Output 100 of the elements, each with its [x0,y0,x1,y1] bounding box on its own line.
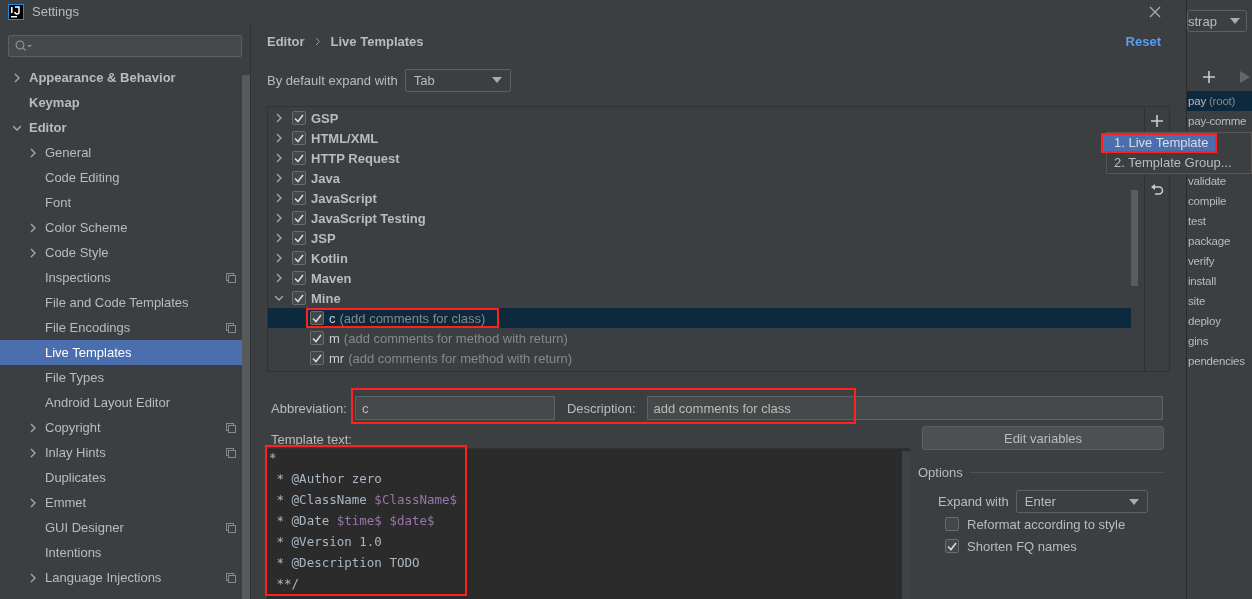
sidebar-item[interactable]: Inlay Hints [0,440,242,465]
checkbox[interactable] [945,539,959,553]
checkbox[interactable] [292,191,306,205]
chevron-right-icon[interactable] [275,173,283,183]
edit-variables-button[interactable]: Edit variables [922,426,1164,450]
menu-item[interactable]: 1. Live Template [1101,133,1217,153]
chevron-right-icon[interactable] [29,497,37,508]
sidebar-item[interactable]: Inspections [0,265,242,290]
chevron-right-icon[interactable] [13,72,21,83]
chevron-right-icon[interactable] [29,222,37,233]
sidebar-item[interactable]: Copyright [0,415,242,440]
sidebar-item[interactable]: Font [0,190,242,215]
checkbox[interactable] [310,311,324,325]
search-field[interactable] [8,35,242,57]
checkbox[interactable] [292,291,306,305]
maven-tree-item[interactable]: deploy [1187,311,1252,331]
menu-item[interactable]: 2. Template Group... [1107,153,1251,173]
description-field[interactable]: add comments for class [646,396,1163,420]
chevron-right-icon[interactable] [275,133,283,143]
template-group[interactable]: HTML/XML [311,130,379,146]
checkbox[interactable] [292,271,306,285]
sidebar-item[interactable]: Code Editing [0,165,242,190]
chevron-right-icon[interactable] [29,147,37,158]
template-row[interactable]: c (add comments for class) [268,308,1131,328]
sidebar-item[interactable]: Emmet [0,490,242,515]
template-group[interactable]: JSP [311,230,336,246]
chevron-right-icon[interactable] [275,253,283,263]
sidebar-item[interactable]: File Encodings [0,315,242,340]
chevron-right-icon[interactable] [275,273,283,283]
breadcrumb-item[interactable]: Live Templates [330,33,424,49]
sidebar-item[interactable]: Code Style [0,240,242,265]
sidebar-item[interactable]: Android Layout Editor [0,390,242,415]
template-row[interactable]: mr (add comments for method with return) [268,348,1131,368]
chevron-right-icon[interactable] [275,213,283,223]
chevron-right-icon[interactable] [275,233,283,243]
abbreviation-field[interactable]: c [354,396,555,420]
checkbox[interactable] [310,331,324,345]
expand-with-dropdown[interactable]: Enter [1015,490,1148,513]
template-group[interactable]: Kotlin [311,250,348,266]
maven-tree-item[interactable]: pay (root) [1187,91,1252,111]
add-icon[interactable] [1151,115,1163,127]
maven-tree-item[interactable]: site [1187,291,1252,311]
sidebar-item[interactable]: Keymap [0,90,242,115]
template-group[interactable]: JavaScript Testing [311,210,426,226]
sidebar-item[interactable]: Appearance & Behavior [0,65,242,90]
maven-tree-item[interactable]: package [1187,231,1252,251]
chevron-right-icon[interactable] [29,572,37,583]
sidebar-item[interactable]: Language Injections [0,565,242,590]
template-group[interactable]: Maven [311,270,352,286]
sidebar-item[interactable]: Live Templates [0,340,242,365]
chevron-right-icon[interactable] [275,193,283,203]
sidebar-item[interactable]: GUI Designer [0,515,242,540]
checkbox[interactable] [945,517,959,531]
checkbox[interactable] [292,151,306,165]
chevron-down-icon[interactable] [275,293,283,303]
sidebar-item[interactable]: File Types [0,365,242,390]
template-group[interactable]: GSP [311,110,339,126]
chevron-right-icon[interactable] [275,113,283,123]
checkbox[interactable] [310,351,324,365]
maven-tree-item[interactable]: install [1187,271,1252,291]
template-row[interactable]: m (add comments for method with return) [268,328,1131,348]
template-group[interactable]: Mine [311,290,341,306]
maven-tree-item[interactable]: pay-comme [1187,111,1252,131]
template-group[interactable]: Java [311,170,340,186]
maven-tree-item[interactable]: test [1187,211,1252,231]
expand-key-dropdown[interactable]: Tab [404,68,511,92]
close-icon[interactable] [1149,5,1161,18]
checkbox[interactable] [292,131,306,145]
sidebar-item[interactable]: Color Scheme [0,215,242,240]
chevron-right-icon[interactable] [29,247,37,258]
chevron-right-icon[interactable] [275,153,283,163]
checkbox[interactable] [292,171,306,185]
reset-link[interactable]: Reset [1125,33,1161,49]
sidebar-item[interactable]: Intentions [0,540,242,565]
maven-tree-item[interactable]: gins [1187,331,1252,351]
maven-tree-item[interactable]: pendencies [1187,351,1252,371]
add-icon[interactable] [1203,71,1215,83]
checkbox[interactable] [292,231,306,245]
undo-icon[interactable] [1150,183,1164,197]
checkbox[interactable] [292,211,306,225]
template-description: (add comments for method with return) [348,350,573,366]
chevron-right-icon[interactable] [29,422,37,433]
sidebar-item[interactable]: Editor [0,115,242,140]
scrollbar[interactable] [902,451,910,599]
maven-tree-item[interactable]: validate [1187,171,1252,191]
maven-tree-item[interactable]: compile [1187,191,1252,211]
scrollbar[interactable] [1131,190,1138,286]
maven-tree-item[interactable]: verify [1187,251,1252,271]
sidebar-item[interactable]: Duplicates [0,465,242,490]
template-group[interactable]: HTTP Request [311,150,400,166]
breadcrumb-item[interactable]: Editor [267,33,305,49]
template-editor[interactable]: * * @Author zero * @ClassName $ClassName$ * @Date $time$ $date$ * @Version 1.0 * @Description TODO **/ [267,448,910,599]
chevron-right-icon[interactable] [29,447,37,458]
sidebar-item[interactable]: General [0,140,242,165]
scrollbar[interactable] [242,75,250,599]
checkbox[interactable] [292,111,306,125]
checkbox[interactable] [292,251,306,265]
template-group[interactable]: JavaScript [311,190,377,206]
sidebar-item[interactable]: File and Code Templates [0,290,242,315]
profile-dropdown[interactable]: strap [1187,10,1247,32]
